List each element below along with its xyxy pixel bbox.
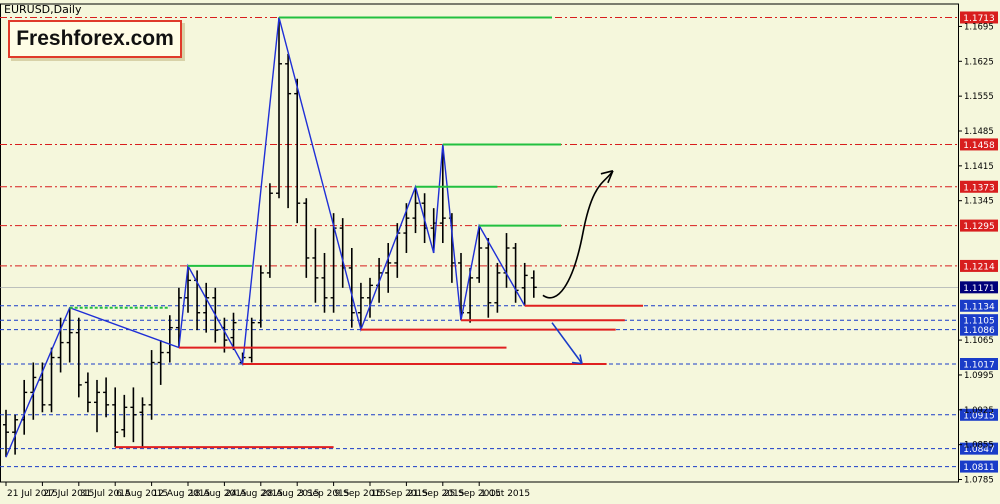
level-tag-1.1373: 1.1373: [963, 183, 995, 193]
level-tag-1.1017: 1.1017: [963, 361, 995, 371]
y-tick-label: 1.1625: [964, 57, 994, 67]
y-tick-label: 1.1415: [964, 162, 994, 172]
symbol-label: EURUSD,Daily: [4, 3, 82, 16]
y-tick-label: 1.0855: [964, 441, 994, 451]
brand-logo: Freshforex.com: [8, 20, 182, 58]
y-tick-label: 1.1555: [964, 92, 994, 102]
level-tag-1.1214: 1.1214: [963, 262, 995, 272]
level-tag-1.0811: 1.0811: [963, 463, 995, 473]
y-tick-label: 1.1695: [964, 22, 994, 32]
y-tick-label: 1.0785: [964, 476, 994, 486]
y-tick-label: 1.1485: [964, 127, 994, 137]
current-price-tag: 1.1171: [963, 284, 995, 294]
x-tick-label: 1 Oct 2015: [480, 489, 530, 499]
level-tag-1.1295: 1.1295: [963, 222, 995, 232]
level-tag-1.1134: 1.1134: [963, 302, 995, 312]
level-tag-1.1086: 1.1086: [963, 326, 995, 336]
y-tick-label: 1.1065: [964, 336, 994, 346]
chart-background: [0, 0, 1000, 500]
y-tick-label: 1.0995: [964, 371, 994, 381]
chart-svg: 1.17131.14581.13731.12951.12141.11341.11…: [0, 0, 1000, 500]
eurusd-daily-chart: 1.1713 1.1458 1.1373 1.1295 1.1214 1.1134 1.11…: [0, 0, 1000, 500]
y-tick-label: 1.0925: [964, 406, 994, 416]
y-tick-label: 1.1345: [964, 197, 994, 207]
level-tag-1.1458: 1.1458: [963, 141, 995, 151]
